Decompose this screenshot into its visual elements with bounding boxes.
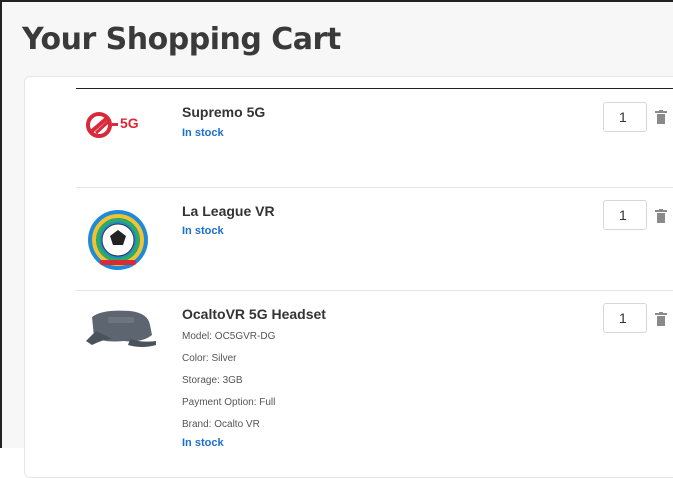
la-league-vr-logo — [86, 208, 150, 277]
item-name[interactable]: Supremo 5G — [182, 104, 265, 120]
quantity-input[interactable] — [603, 200, 647, 230]
item-name[interactable]: OcaltoVR 5G Headset — [182, 306, 326, 322]
supremo-5g-logo-text: 5G — [120, 115, 139, 131]
stock-status: In stock — [182, 437, 224, 449]
trash-icon[interactable] — [655, 209, 667, 223]
cart-item-supremo-5g: 5G Supremo 5G In stock — [76, 88, 673, 188]
supremo-5g-logo — [82, 102, 154, 151]
attr-storage: Storage: 3GB — [182, 375, 243, 386]
attr-model: Model: OC5GVR-DG — [182, 331, 276, 342]
attr-payment-option: Payment Option: Full — [182, 397, 276, 408]
attr-color: Color: Silver — [182, 353, 237, 364]
cart-item-la-league-vr: La League VR In stock — [76, 187, 673, 292]
trash-icon[interactable] — [655, 312, 667, 326]
item-name[interactable]: La League VR — [182, 203, 275, 219]
ocaltovr-headset-image — [82, 307, 158, 356]
trash-icon[interactable] — [655, 110, 667, 124]
page-title: Your Shopping Cart — [22, 22, 341, 57]
quantity-input[interactable] — [603, 303, 647, 333]
quantity-input[interactable] — [603, 102, 647, 132]
attr-brand: Brand: Ocalto VR — [182, 419, 260, 430]
stock-status: In stock — [182, 127, 224, 139]
stock-status: In stock — [182, 225, 224, 237]
cart-item-ocaltovr-5g-headset: OcaltoVR 5G Headset Model: OC5GVR-DG Col… — [76, 290, 673, 449]
